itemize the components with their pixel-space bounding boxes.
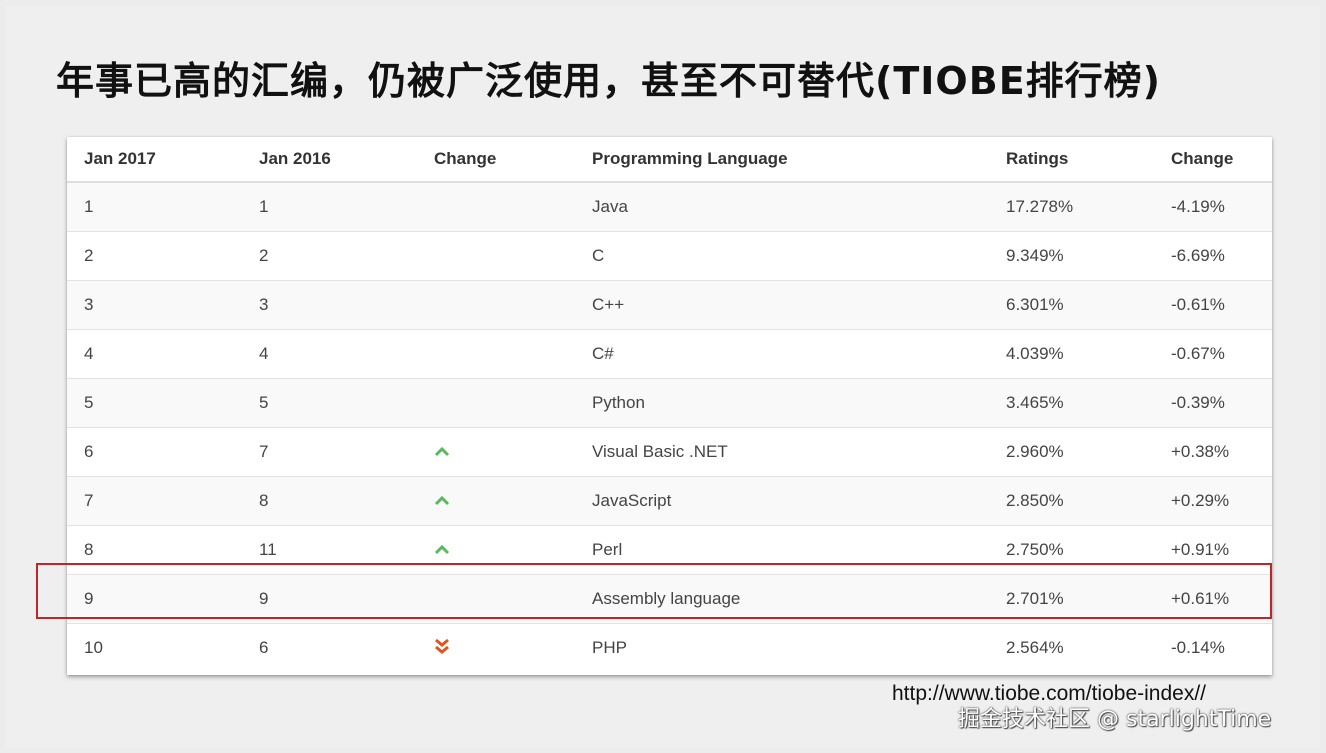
header-change-trend: Change	[417, 137, 575, 183]
rank-2016-cell: 8	[242, 476, 417, 526]
rating-cell: 6.301%	[989, 280, 1154, 330]
rank-2017-cell: 4	[67, 329, 242, 379]
language-cell: Java	[575, 182, 989, 232]
header-jan-2017: Jan 2017	[67, 137, 242, 183]
rank-2016-cell: 6	[242, 623, 417, 672]
rank-2016-cell: 2	[242, 231, 417, 281]
rank-2017-cell: 7	[67, 476, 242, 526]
header-change-percent: Change	[1154, 137, 1272, 183]
change-cell: -0.14%	[1154, 623, 1272, 672]
rating-cell: 2.850%	[989, 476, 1154, 526]
trend-cell	[417, 623, 575, 672]
change-cell: -0.39%	[1154, 378, 1272, 428]
trend-cell	[417, 476, 575, 526]
rating-cell: 9.349%	[989, 231, 1154, 281]
header-ratings: Ratings	[989, 137, 1154, 183]
trend-up-icon	[434, 540, 450, 560]
rank-2017-cell: 3	[67, 280, 242, 330]
slide-title: 年事已高的汇编，仍被广泛使用，甚至不可替代(TIOBE排行榜)	[56, 59, 1162, 103]
language-cell: Python	[575, 378, 989, 428]
rank-2016-cell: 5	[242, 378, 417, 428]
watermark-text: 掘金技术社区 @ starlightTime	[958, 707, 1272, 732]
assembly-highlight-box	[36, 563, 1272, 619]
trend-up-icon	[434, 442, 450, 462]
rank-2016-cell: 1	[242, 182, 417, 232]
table-row: 5 5 Python 3.465% -0.39%	[67, 378, 1272, 428]
language-cell: C	[575, 231, 989, 281]
language-cell: JavaScript	[575, 476, 989, 526]
rank-2017-cell: 10	[67, 623, 242, 672]
trend-cell	[417, 231, 575, 281]
change-cell: -4.19%	[1154, 182, 1272, 232]
table-row: 1 1 Java 17.278% -4.19%	[67, 182, 1272, 232]
header-programming-language: Programming Language	[575, 137, 989, 183]
change-cell: +0.38%	[1154, 427, 1272, 477]
table-row: 2 2 C 9.349% -6.69%	[67, 231, 1272, 281]
trend-cell	[417, 182, 575, 232]
rank-2017-cell: 1	[67, 182, 242, 232]
trend-cell	[417, 280, 575, 330]
trend-cell	[417, 329, 575, 379]
change-cell: -0.67%	[1154, 329, 1272, 379]
rating-cell: 17.278%	[989, 182, 1154, 232]
language-cell: PHP	[575, 623, 989, 672]
header-jan-2016: Jan 2016	[242, 137, 417, 183]
table-row: 10 6 PHP 2.564% -0.14%	[67, 623, 1272, 672]
rank-2016-cell: 3	[242, 280, 417, 330]
trend-down-double-icon	[434, 637, 450, 660]
table-row: 7 8 JavaScript 2.850% +0.29%	[67, 476, 1272, 526]
rating-cell: 3.465%	[989, 378, 1154, 428]
rank-2017-cell: 6	[67, 427, 242, 477]
slide: 年事已高的汇编，仍被广泛使用，甚至不可替代(TIOBE排行榜) Jan 2017…	[6, 6, 1320, 747]
rating-cell: 2.960%	[989, 427, 1154, 477]
rank-2016-cell: 7	[242, 427, 417, 477]
rating-cell: 4.039%	[989, 329, 1154, 379]
table-row: 3 3 C++ 6.301% -0.61%	[67, 280, 1272, 330]
rating-cell: 2.564%	[989, 623, 1154, 672]
table-header-row: Jan 2017 Jan 2016 Change Programming Lan…	[67, 137, 1272, 183]
trend-cell	[417, 427, 575, 477]
rank-2016-cell: 4	[242, 329, 417, 379]
rank-2017-cell: 5	[67, 378, 242, 428]
trend-up-icon	[434, 491, 450, 511]
table-row: 4 4 C# 4.039% -0.67%	[67, 329, 1272, 379]
language-cell: Visual Basic .NET	[575, 427, 989, 477]
change-cell: +0.29%	[1154, 476, 1272, 526]
table-row: 6 7 Visual Basic .NET 2.960% +0.38%	[67, 427, 1272, 477]
language-cell: C++	[575, 280, 989, 330]
language-cell: C#	[575, 329, 989, 379]
trend-cell	[417, 378, 575, 428]
rank-2017-cell: 2	[67, 231, 242, 281]
change-cell: -6.69%	[1154, 231, 1272, 281]
change-cell: -0.61%	[1154, 280, 1272, 330]
